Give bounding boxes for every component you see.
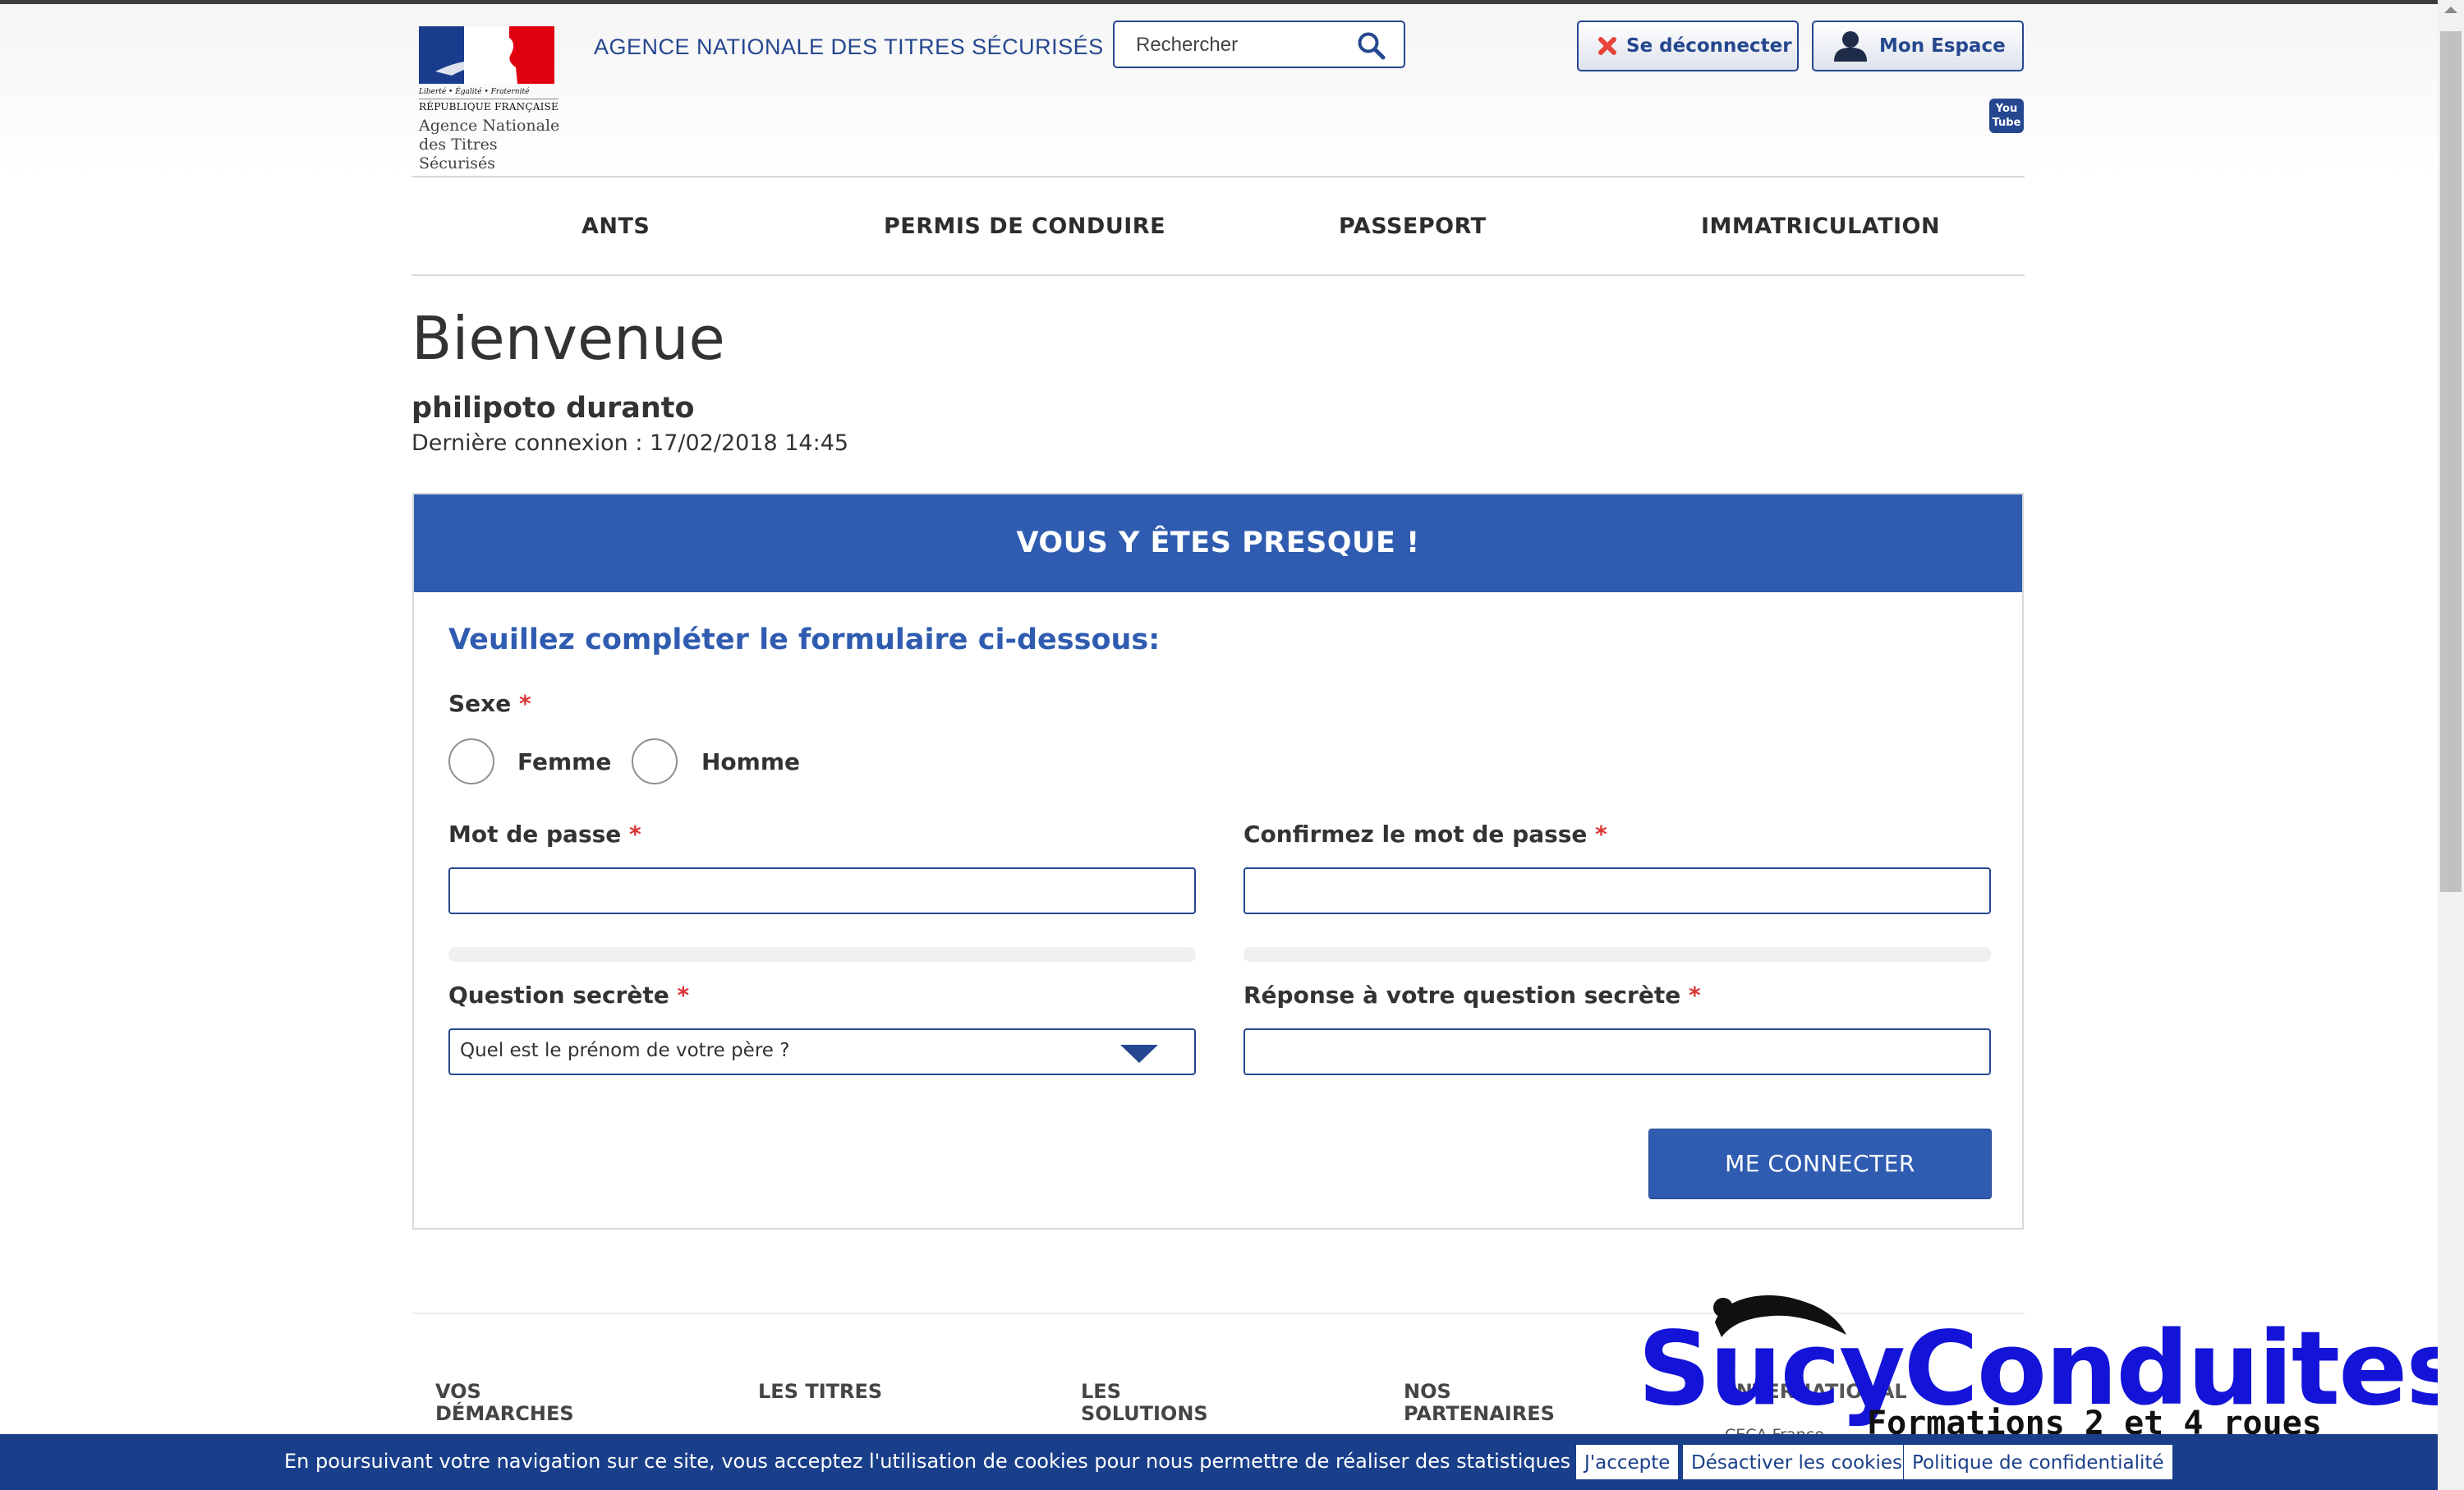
scrollbar[interactable] — [2438, 0, 2464, 1490]
search-box[interactable] — [1113, 21, 1405, 68]
secret-answer-input[interactable] — [1245, 1030, 1989, 1074]
form-banner: VOUS Y ÊTES PRESQUE ! — [414, 494, 2022, 592]
account-label: Mon Espace — [1879, 35, 2006, 57]
confirm-password-label-text: Confirmez le mot de passe — [1243, 821, 1588, 848]
nav-item-passeport[interactable]: PASSEPORT — [1339, 214, 1487, 239]
scrollbar-thumb[interactable] — [2440, 31, 2462, 892]
logo-motto: Liberté • Égalité • Fraternité — [419, 88, 530, 96]
site-title[interactable]: AGENCE NATIONALE DES TITRES SÉCURISÉS — [594, 34, 1104, 60]
account-button[interactable]: Mon Espace — [1812, 21, 2024, 71]
required-mark: * — [1688, 982, 1701, 1009]
submit-button[interactable]: ME CONNECTER — [1648, 1129, 1992, 1199]
required-mark: * — [629, 821, 641, 848]
cookie-accept-button[interactable]: J'accepte — [1575, 1444, 1680, 1480]
logout-button[interactable]: Se déconnecter — [1577, 21, 1799, 71]
logout-label: Se déconnecter — [1626, 35, 1792, 57]
logo-republic-text: RÉPUBLIQUE FRANÇAISE — [419, 99, 559, 113]
radio-femme-label[interactable]: Femme — [517, 748, 611, 775]
password-label-text: Mot de passe — [448, 821, 622, 848]
last-login: Dernière connexion : 17/02/2018 14:45 — [411, 430, 849, 456]
nav-item-immatriculation[interactable]: IMMATRICULATION — [1701, 214, 1940, 239]
secret-answer-label-text: Réponse à votre question secrète — [1243, 982, 1681, 1009]
secret-answer-label: Réponse à votre question secrète * — [1243, 982, 1701, 1009]
footer-link-partenaires[interactable]: NOS PARTENAIRES — [1404, 1381, 1584, 1425]
cookie-message: En poursuivant votre navigation sur ce s… — [284, 1450, 1677, 1473]
required-mark: * — [677, 982, 690, 1009]
required-mark: * — [518, 690, 531, 717]
confirm-password-label: Confirmez le mot de passe * — [1243, 821, 1607, 848]
scroll-up-icon[interactable] — [2444, 7, 2457, 13]
password-field[interactable] — [448, 867, 1196, 914]
main-nav: ANTS PERMIS DE CONDUIRE PASSEPORT IMMATR… — [411, 176, 2025, 276]
search-icon[interactable] — [1356, 30, 1386, 60]
republic-logo[interactable]: Liberté • Égalité • Fraternité RÉPUBLIQU… — [419, 26, 559, 172]
footer-link-demarches[interactable]: VOS DÉMARCHES — [435, 1381, 600, 1425]
youtube-icon[interactable]: You Tube — [1989, 99, 2024, 133]
secret-question-select[interactable]: Quel est le prénom de votre père ? — [448, 1028, 1196, 1075]
secret-answer-field[interactable] — [1243, 1028, 1991, 1075]
password-label: Mot de passe * — [448, 821, 641, 848]
user-name: philipoto duranto — [411, 392, 695, 425]
search-input[interactable] — [1134, 32, 1351, 58]
nav-item-permis[interactable]: PERMIS DE CONDUIRE — [884, 214, 1165, 239]
radio-femme[interactable] — [448, 738, 494, 784]
secret-question-value: Quel est le prénom de votre père ? — [460, 1040, 790, 1061]
radio-homme[interactable] — [632, 738, 678, 784]
confirm-password-input[interactable] — [1245, 869, 1989, 913]
watermark-logo: SucyConduites Formations 2 et 4 roues — [1634, 1290, 2464, 1454]
password-input[interactable] — [450, 869, 1194, 913]
required-mark: * — [1595, 821, 1607, 848]
confirm-strength-bar — [1243, 947, 1991, 962]
sex-label-text: Sexe — [448, 690, 512, 717]
cookie-disable-button[interactable]: Désactiver les cookies — [1682, 1444, 1911, 1480]
logo-agency-text: Agence Nationale des Titres Sécurisés — [419, 117, 560, 172]
footer-link-solutions[interactable]: LES SOLUTIONS — [1081, 1381, 1245, 1425]
close-x-icon — [1598, 37, 1616, 55]
user-icon — [1834, 31, 1867, 62]
secret-question-label: Question secrète * — [448, 982, 689, 1009]
nav-item-ants[interactable]: ANTS — [582, 214, 650, 239]
marianne-flag-icon — [419, 26, 554, 84]
radio-homme-label[interactable]: Homme — [701, 748, 800, 775]
secret-question-label-text: Question secrète — [448, 982, 669, 1009]
cookie-bar: En poursuivant votre navigation sur ce s… — [0, 1434, 2438, 1490]
confirm-password-field[interactable] — [1243, 867, 1991, 914]
footer-link-titres[interactable]: LES TITRES — [758, 1381, 890, 1403]
chevron-down-icon[interactable] — [1120, 1045, 1158, 1063]
registration-form: VOUS Y ÊTES PRESQUE ! Veuillez compléter… — [412, 493, 2024, 1230]
sex-label: Sexe * — [448, 690, 531, 717]
youtube-label: You Tube — [1992, 103, 2021, 129]
form-heading: Veuillez compléter le formulaire ci-dess… — [448, 623, 1161, 656]
password-strength-bar — [448, 947, 1196, 962]
page: Liberté • Égalité • Fraternité RÉPUBLIQU… — [0, 0, 2464, 1490]
page-title: Bienvenue — [411, 304, 725, 373]
cookie-policy-button[interactable]: Politique de confidentialité — [1903, 1444, 2173, 1480]
